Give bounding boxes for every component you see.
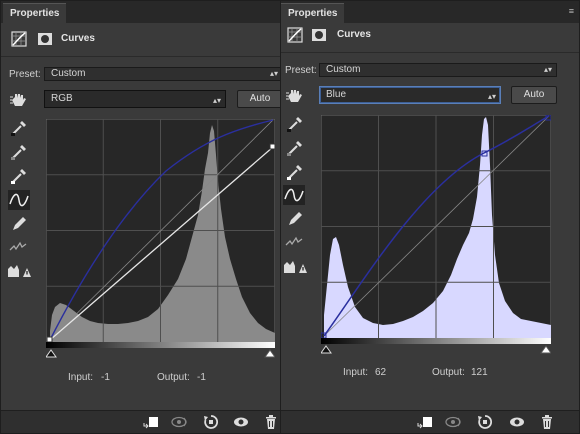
input-label: Input: — [68, 372, 94, 383]
smooth-icon[interactable] — [285, 233, 303, 251]
curve-graph-svg — [321, 115, 551, 338]
on-image-adjust-icon[interactable] — [9, 91, 27, 109]
preset-label: Preset: — [285, 65, 317, 76]
input-gradient-bar — [321, 338, 551, 354]
view-previous-state-icon[interactable] — [445, 414, 465, 430]
panel-footer — [281, 410, 579, 433]
preset-select[interactable]: Custom ▴▾ — [44, 67, 283, 81]
curves-adjustment-icon[interactable] — [11, 31, 27, 47]
panel-footer — [1, 410, 283, 433]
properties-tab[interactable]: Properties — [3, 3, 67, 24]
curves-adjustment-icon[interactable] — [287, 27, 303, 43]
delete-icon[interactable] — [263, 414, 279, 430]
output-value: -1 — [197, 372, 206, 383]
layer-mask-icon[interactable] — [37, 31, 53, 47]
visibility-eye-icon[interactable] — [233, 414, 249, 430]
white-slider[interactable] — [540, 345, 551, 354]
input-gradient-bar — [46, 342, 275, 358]
curve-graph[interactable] — [321, 115, 551, 338]
channel-value: RGB — [51, 93, 73, 104]
preset-value: Custom — [51, 68, 86, 79]
panel-title: Curves — [61, 33, 95, 44]
chevron-updown-icon: ▴▾ — [269, 69, 278, 78]
black-slider[interactable] — [46, 349, 57, 358]
white-slider[interactable] — [264, 349, 275, 358]
visibility-eye-icon[interactable] — [509, 414, 525, 430]
chevron-updown-icon: ▴▾ — [543, 65, 552, 74]
layer-mask-icon[interactable] — [311, 27, 327, 43]
pencil-icon[interactable] — [10, 215, 28, 233]
auto-button[interactable]: Auto — [511, 86, 557, 104]
black-slider[interactable] — [321, 345, 332, 354]
clip-to-layer-icon[interactable] — [143, 414, 159, 430]
panel-header: Curves — [1, 23, 283, 57]
pencil-icon[interactable] — [286, 210, 304, 228]
white-point-eyedropper-icon[interactable] — [286, 163, 304, 181]
input-label: Input: — [343, 367, 369, 378]
channel-value: Blue — [326, 89, 347, 100]
curve-point[interactable] — [269, 143, 275, 150]
panel-menu-icon[interactable]: ≡ — [569, 6, 574, 16]
delete-icon[interactable] — [539, 414, 555, 430]
clipping-warning-icon[interactable] — [283, 258, 307, 276]
black-point-eyedropper-icon[interactable] — [286, 115, 304, 133]
clip-to-layer-icon[interactable] — [417, 414, 433, 430]
panel-header: Curves — [281, 19, 579, 53]
curve-points-icon[interactable] — [8, 190, 30, 210]
black-point-eyedropper-icon[interactable] — [10, 119, 28, 137]
panel-title: Curves — [337, 29, 371, 40]
auto-button[interactable]: Auto — [237, 90, 283, 108]
view-previous-state-icon[interactable] — [171, 414, 191, 430]
chevron-updown-icon: ▴▾ — [212, 96, 221, 105]
gray-point-eyedropper-icon[interactable] — [10, 143, 28, 161]
curve-graph[interactable] — [46, 119, 275, 342]
properties-panel-left: Properties Curves Preset: Custom ▴▾ RGB … — [0, 0, 284, 434]
reset-icon[interactable] — [203, 414, 219, 430]
panel-tab-bar: Properties — [1, 1, 283, 24]
curve-graph-svg — [46, 119, 275, 342]
white-point-eyedropper-icon[interactable] — [10, 167, 28, 185]
input-value: 62 — [375, 367, 387, 378]
preset-label: Preset: — [9, 69, 41, 80]
chevron-updown-icon: ▴▾ — [487, 92, 496, 101]
curve-points-icon[interactable] — [283, 185, 305, 205]
on-image-adjust-icon[interactable] — [285, 87, 303, 105]
preset-value: Custom — [326, 64, 361, 75]
clipping-warning-icon[interactable] — [7, 262, 31, 280]
output-value: 121 — [471, 367, 488, 378]
channel-select[interactable]: Blue ▴▾ — [319, 86, 501, 104]
channel-select[interactable]: RGB ▴▾ — [44, 90, 226, 108]
properties-panel-right: Properties ≡ Curves Preset: Custom ▴▾ Bl… — [280, 0, 580, 434]
gray-point-eyedropper-icon[interactable] — [286, 139, 304, 157]
input-value: -1 — [101, 372, 110, 383]
preset-select[interactable]: Custom ▴▾ — [319, 63, 557, 77]
output-label: Output: — [157, 372, 190, 383]
reset-icon[interactable] — [477, 414, 493, 430]
smooth-icon[interactable] — [9, 238, 27, 256]
output-label: Output: — [432, 367, 465, 378]
